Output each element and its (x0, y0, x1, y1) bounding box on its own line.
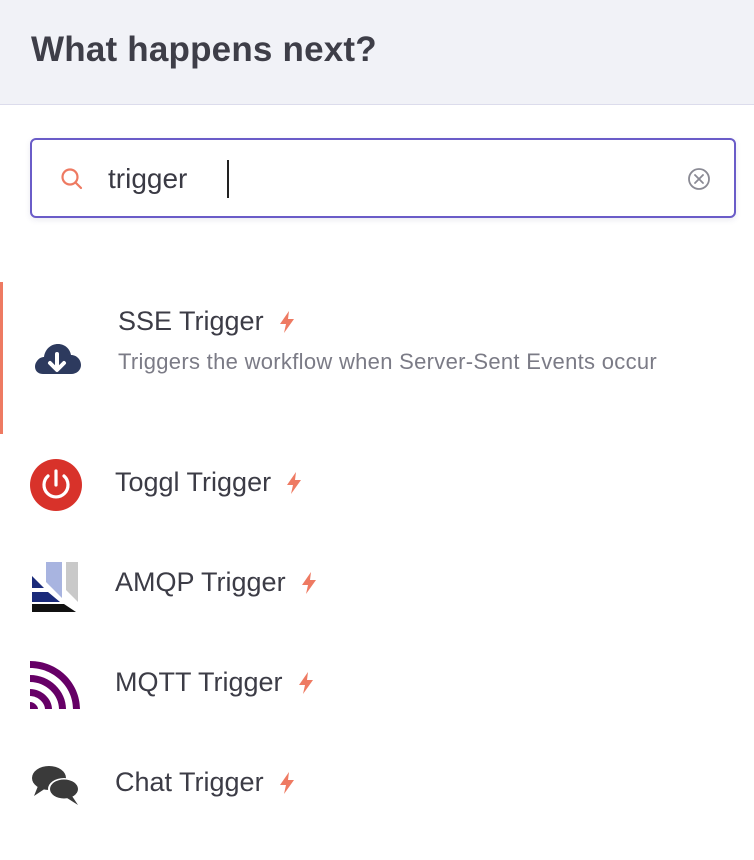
mqtt-icon (30, 659, 82, 711)
item-title: Toggl Trigger (115, 467, 305, 498)
item-title: AMQP Trigger (115, 567, 320, 598)
amqp-icon (32, 562, 78, 612)
text-caret (227, 160, 229, 198)
trigger-bolt-icon (298, 671, 313, 694)
toggl-power-icon (30, 459, 82, 511)
trigger-bolt-icon (279, 771, 294, 794)
clear-search-icon[interactable] (686, 166, 712, 192)
trigger-bolt-icon (279, 310, 294, 333)
item-title: SSE Trigger (118, 306, 298, 337)
search-input[interactable] (108, 158, 668, 200)
search-box[interactable] (30, 138, 736, 218)
list-item-amqp-trigger[interactable]: AMQP Trigger (0, 534, 754, 634)
item-title-text: Chat Trigger (115, 767, 264, 797)
item-title-text: AMQP Trigger (115, 567, 286, 597)
trigger-bolt-icon (287, 471, 302, 494)
list-item-chat-trigger[interactable]: Chat Trigger (0, 734, 754, 834)
item-title-text: SSE Trigger (118, 306, 264, 336)
list-item-mqtt-trigger[interactable]: MQTT Trigger (0, 634, 754, 734)
item-title-text: MQTT Trigger (115, 667, 283, 697)
item-title-text: Toggl Trigger (115, 467, 272, 497)
item-title: MQTT Trigger (115, 667, 317, 698)
item-title: Chat Trigger (115, 767, 298, 798)
item-description: Triggers the workflow when Server-Sent E… (118, 349, 658, 374)
chat-bubbles-icon (32, 766, 80, 805)
panel-header: What happens next? (0, 0, 754, 105)
page-title: What happens next? (31, 30, 377, 69)
cloud-download-icon (35, 344, 81, 374)
list-item-toggl-trigger[interactable]: Toggl Trigger (0, 434, 754, 534)
trigger-bolt-icon (301, 571, 316, 594)
search-icon (61, 168, 83, 190)
list-item-sse-trigger[interactable]: SSE Trigger Triggers the workflow when S… (0, 282, 754, 434)
